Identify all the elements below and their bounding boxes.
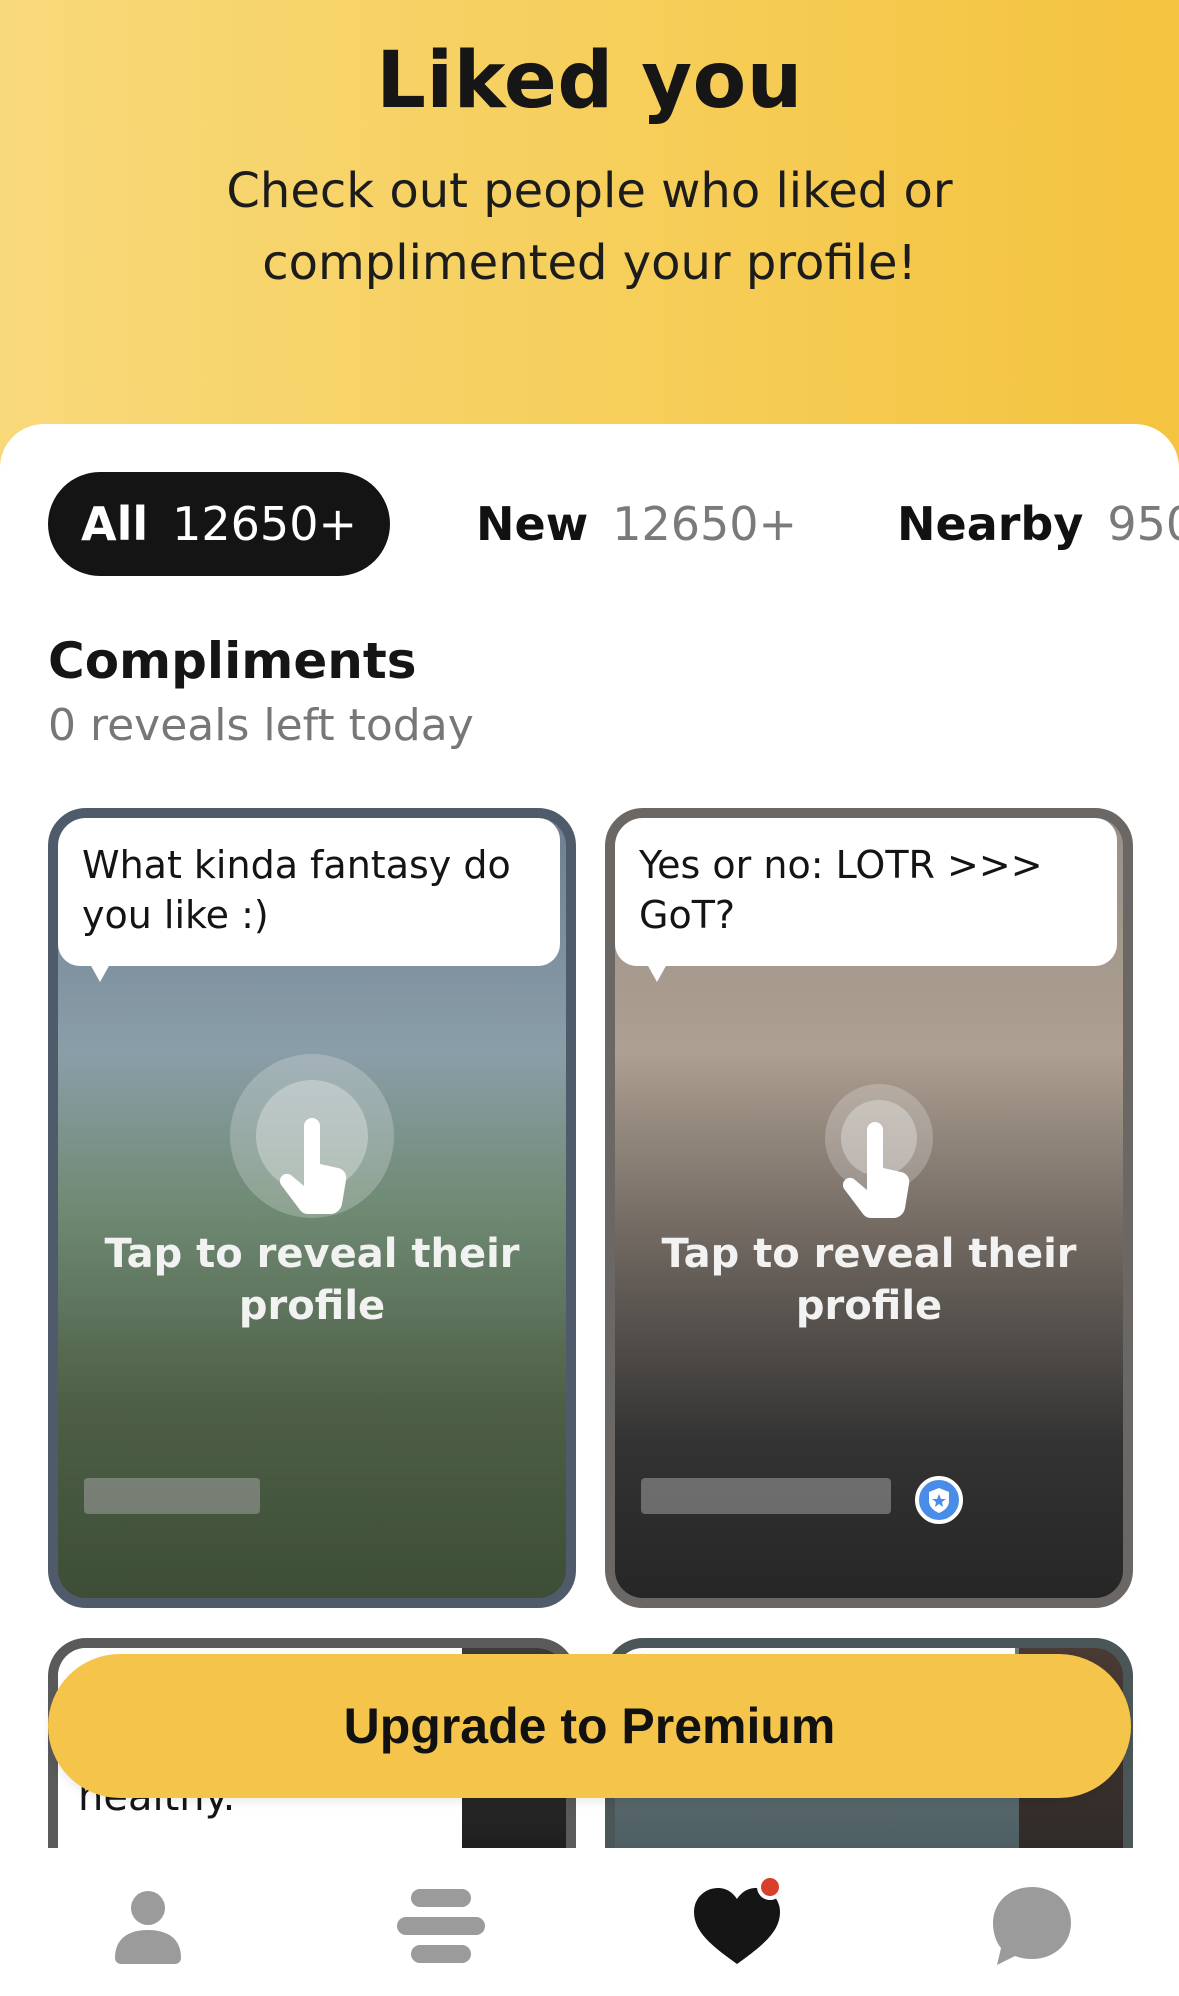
reveal-hint: Tap to reveal their profile (661, 1231, 1077, 1329)
bubble-tail (647, 964, 667, 982)
blurred-name (84, 1478, 260, 1514)
bubble-tail (90, 964, 110, 982)
tab-nearby[interactable]: Nearby 9500 (897, 472, 1179, 576)
chat-icon (993, 1887, 1071, 1965)
notification-badge (757, 1874, 783, 1900)
page-subtitle: Check out people who liked or compliment… (226, 163, 953, 291)
compliment-bubble: What kinda fantasy do you like :) (58, 818, 560, 966)
page-title: Liked you (376, 36, 803, 126)
nav-encounters[interactable] (381, 1866, 501, 1986)
tab-all[interactable]: All 12650+ (48, 472, 390, 576)
tab-count: 9500 (1107, 497, 1179, 551)
liked-you-screen: Liked you Check out people who liked or … (0, 0, 1179, 1996)
tab-count: 12650+ (612, 497, 798, 551)
tab-new[interactable]: New 12650+ (476, 472, 797, 576)
upgrade-premium-button[interactable]: Upgrade to Premium (48, 1654, 1131, 1798)
reveals-left-text: 0 reveals left today (48, 700, 474, 751)
section-title: Compliments (48, 632, 417, 690)
verified-badge-icon (915, 1476, 963, 1524)
compliment-card[interactable]: What kinda fantasy do you like :) Tap to… (48, 808, 576, 1608)
tap-hand-icon (279, 1118, 347, 1215)
bottom-nav (0, 1848, 1179, 1996)
header: Liked you Check out people who liked or … (0, 0, 1179, 470)
nav-liked-you[interactable] (677, 1866, 797, 1986)
compliment-bubble: Yes or no: LOTR >>> GoT? (615, 818, 1117, 966)
compliment-card[interactable]: Yes or no: LOTR >>> GoT? Tap to reveal t… (605, 808, 1133, 1608)
encounters-icon (397, 1889, 485, 1963)
nav-profile[interactable] (88, 1866, 208, 1986)
tab-label: New (476, 497, 589, 551)
tab-label: All (80, 497, 149, 551)
filter-tabs: All 12650+ New 12650+ Nearby 9500 (0, 472, 1179, 576)
tab-count: 12650+ (172, 497, 358, 551)
blurred-name (641, 1478, 891, 1514)
tab-label: Nearby (897, 497, 1084, 551)
profile-icon (115, 1891, 181, 1964)
reveal-hint: Tap to reveal their profile (104, 1231, 520, 1329)
nav-chats[interactable] (972, 1866, 1092, 1986)
tap-hand-icon (842, 1122, 910, 1219)
